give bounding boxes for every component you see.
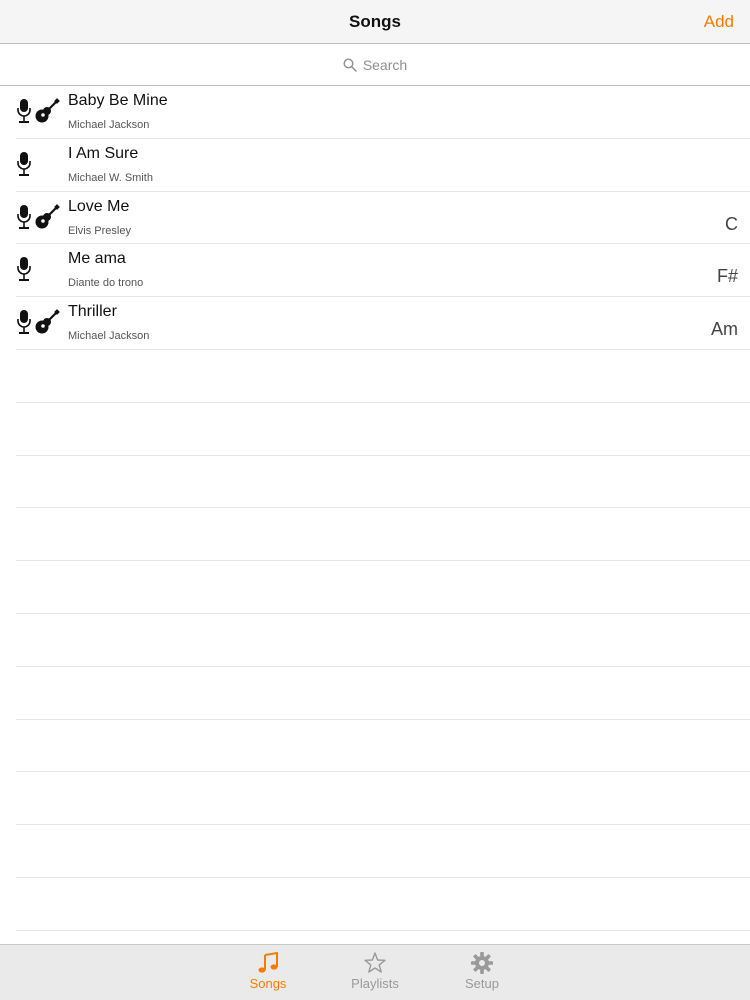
song-row[interactable]: Thriller Michael Jackson Am	[16, 297, 750, 350]
song-key: C	[725, 213, 738, 234]
song-icons	[16, 203, 60, 230]
empty-row	[16, 825, 750, 878]
music-note-icon	[258, 951, 278, 973]
tab-playlists[interactable]: Playlists	[335, 949, 415, 999]
add-button[interactable]: Add	[704, 12, 734, 32]
empty-row	[16, 772, 750, 826]
microphone-icon	[17, 99, 31, 123]
gear-icon	[471, 952, 493, 974]
song-list: Baby Be Mine Michael Jackson I Am Sure M…	[0, 86, 750, 984]
empty-row	[16, 720, 750, 773]
search-input[interactable]: Search	[2, 48, 748, 82]
microphone-icon	[17, 310, 31, 335]
song-row[interactable]: Love Me Elvis Presley C	[16, 192, 750, 245]
song-row[interactable]: I Am Sure Michael W. Smith	[16, 139, 750, 192]
search-bar: Search	[0, 44, 750, 86]
song-row[interactable]: Baby Be Mine Michael Jackson	[16, 86, 750, 139]
microphone-icon	[17, 204, 31, 229]
song-artist: Diante do trono	[68, 277, 144, 290]
tab-bar: Songs Playlists Setup	[0, 944, 750, 1000]
tab-label: Setup	[465, 976, 499, 991]
song-row[interactable]: Me ama Diante do trono F#	[16, 244, 750, 298]
empty-row	[16, 561, 750, 614]
page-title: Songs	[349, 12, 401, 31]
guitar-icon	[35, 309, 60, 334]
song-key: Am	[711, 319, 738, 340]
song-icons	[16, 98, 60, 124]
empty-row	[16, 403, 750, 456]
tab-songs[interactable]: Songs	[228, 949, 308, 999]
song-title: Baby Be Mine	[68, 92, 168, 109]
empty-row	[16, 614, 750, 667]
tab-setup[interactable]: Setup	[442, 949, 522, 999]
song-artist: Michael W. Smith	[68, 171, 153, 184]
empty-row	[16, 508, 750, 562]
search-placeholder: Search	[362, 57, 408, 73]
song-title: Me ama	[68, 250, 126, 268]
song-artist: Michael Jackson	[68, 330, 150, 343]
tab-label: Songs	[249, 976, 287, 991]
guitar-icon	[35, 203, 60, 229]
guitar-icon	[35, 98, 60, 123]
microphone-icon	[17, 151, 31, 176]
empty-row	[16, 878, 750, 931]
microphone-icon	[17, 257, 31, 282]
song-title: Love Me	[68, 197, 130, 215]
song-artist: Elvis Presley	[68, 224, 131, 237]
song-icons	[16, 309, 60, 335]
empty-row	[16, 456, 750, 509]
search-icon	[343, 58, 357, 72]
song-key: F#	[716, 266, 738, 287]
navigation-bar: Songs Add	[0, 0, 750, 44]
song-title: I Am Sure	[68, 144, 139, 162]
song-icons	[16, 151, 32, 177]
empty-row	[16, 667, 750, 720]
song-icons	[16, 256, 32, 282]
song-title: Thriller	[68, 303, 117, 321]
song-artist: Michael Jackson	[68, 119, 150, 131]
tab-label: Playlists	[351, 976, 399, 991]
star-icon	[364, 952, 386, 973]
empty-row	[16, 350, 750, 403]
